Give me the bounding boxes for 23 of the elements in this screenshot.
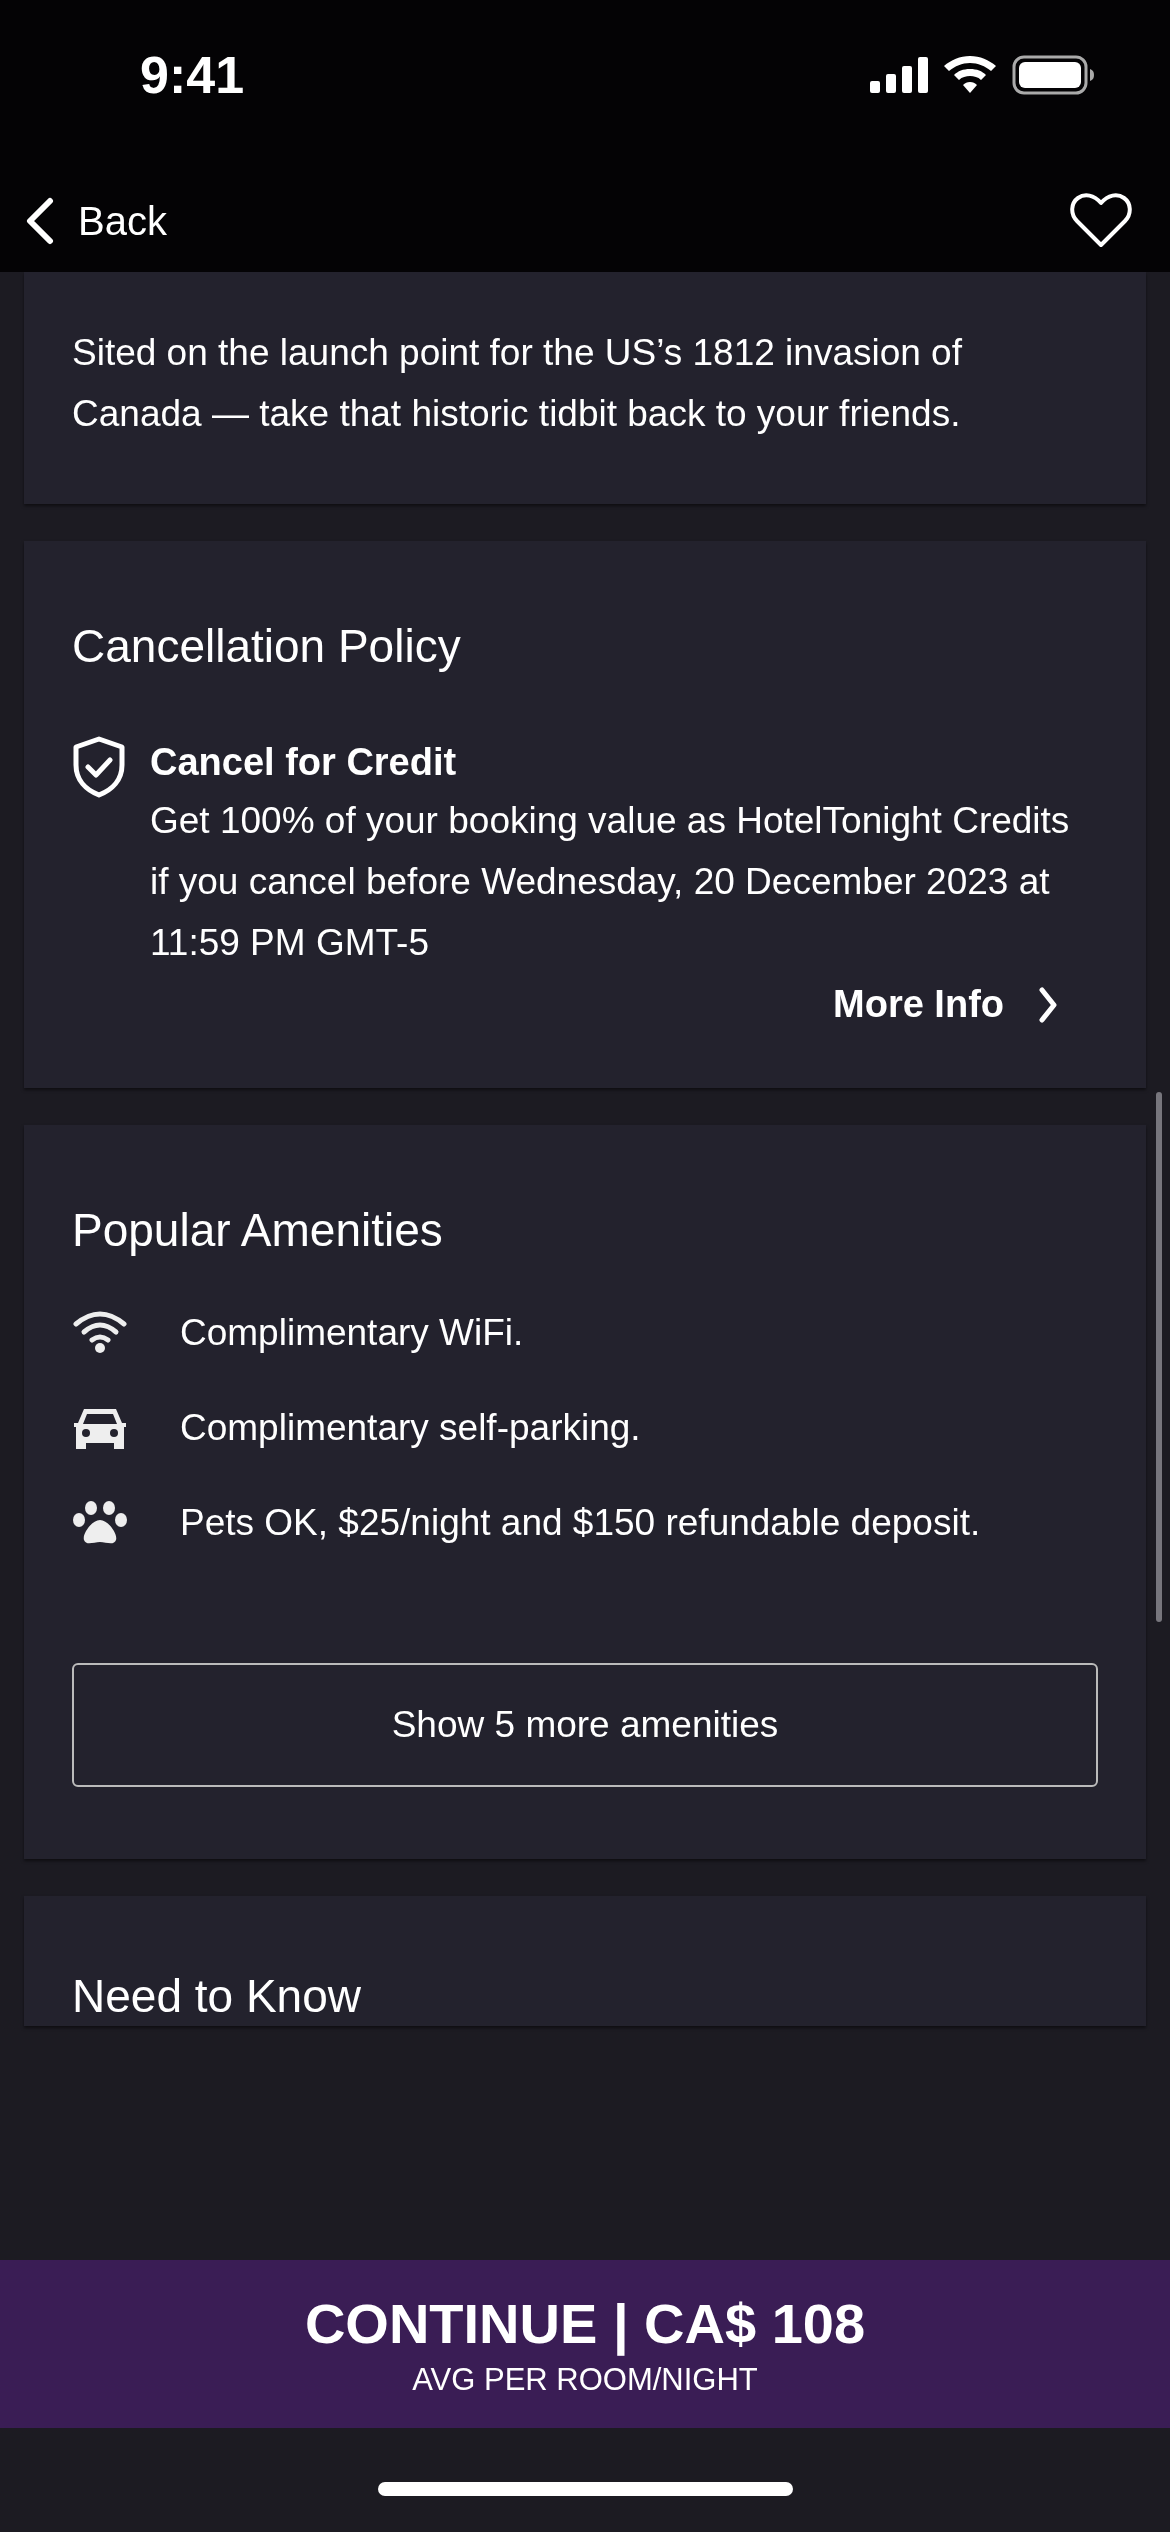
section-title: Cancellation Policy [72,619,462,674]
signal-icon [870,57,928,93]
continue-button[interactable]: CONTINUE | CA$ 108 AVG PER ROOM/NIGHT [0,2260,1170,2428]
amenity-text: Complimentary WiFi. [180,1311,524,1355]
show-more-button[interactable]: Show 5 more amenities [72,1663,1098,1787]
chevron-right-icon [1038,985,1058,1024]
chevron-left-icon [24,197,54,245]
back-button[interactable]: Back [24,197,167,245]
wifi-icon [944,56,996,94]
shield-check-icon [72,736,126,798]
policy-title: Cancel for Credit [150,740,458,785]
section-title: Need to Know [72,1969,362,2024]
paw-icon [72,1500,128,1546]
policy-text: Get 100% of your booking value as HotelTonight Credits if you cancel before Wednesday, 20 December 2023 at 11:59 PM GMT-5 [150,799,1071,965]
wifi-icon [72,1310,128,1354]
heart-icon[interactable] [1070,193,1132,249]
description-text: Sited on the launch point for the US’s 1812 invasion of Canada — take that historic tidbit back to your friends. [72,331,963,436]
section-title: Popular Amenities [72,1203,444,1258]
battery-icon [1012,55,1094,95]
amenity-text: Complimentary self-parking. [180,1406,641,1450]
amenity-text: Pets OK, $25/night and $150 refundable deposit. [180,1501,981,1545]
status-time: 9:41 [140,45,245,105]
more-info-link[interactable]: More Info [833,983,1098,1026]
